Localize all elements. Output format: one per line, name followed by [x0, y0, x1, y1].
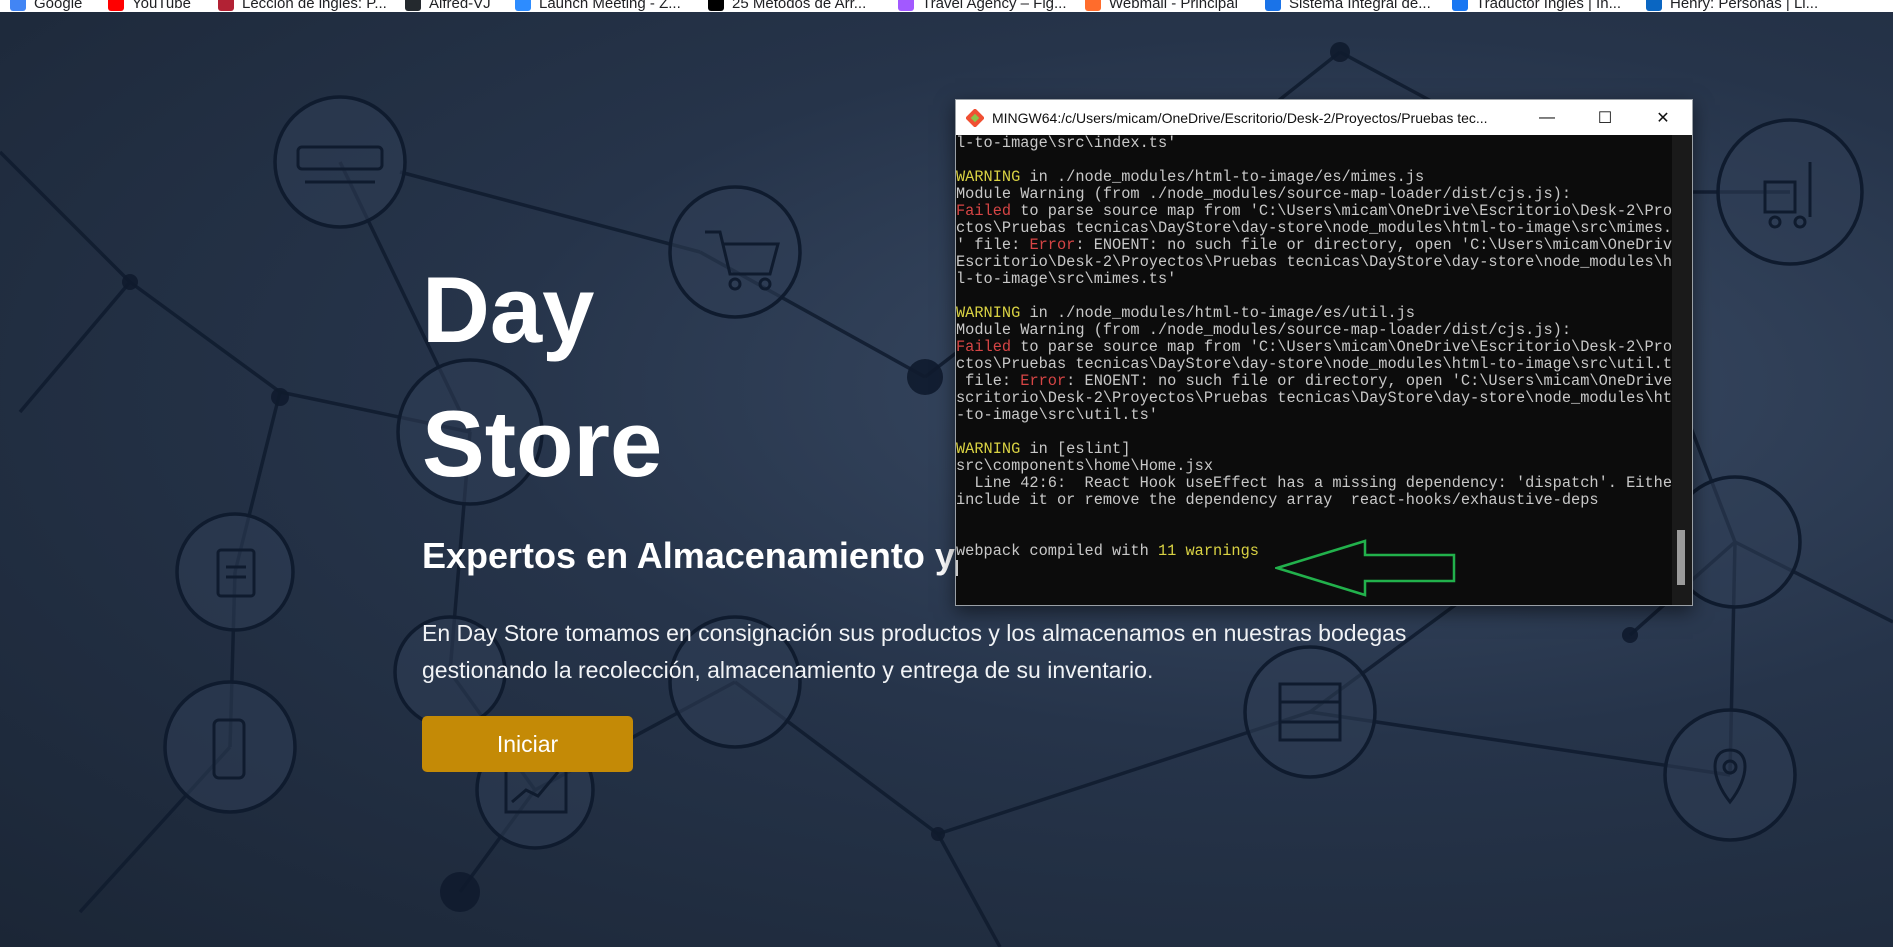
terminal-line: WARNING in ./node_modules/html-to-image/… [956, 305, 1672, 322]
linkedin-icon [1646, 0, 1662, 11]
terminal-line: ctos\Pruebas tecnicas\DayStore\day-store… [956, 219, 1672, 237]
bookmark-item[interactable]: Henry: Personas | Li... [1646, 0, 1818, 12]
terminal-text: in ./node_modules/html-to-image/es/mimes… [1020, 168, 1425, 186]
bookmark-item[interactable]: Lección de inglés: P... [218, 0, 387, 12]
bookmark-label: Launch Meeting - Z... [539, 0, 681, 12]
terminal-titlebar[interactable]: MINGW64:/c/Users/micam/OneDrive/Escritor… [956, 100, 1692, 135]
bookmark-item[interactable]: 25 Métodos de Arr... [708, 0, 866, 12]
terminal-line: WARNING in [eslint] [956, 441, 1672, 458]
terminal-text: : ENOENT: no such file or directory, ope… [1066, 372, 1672, 390]
warning-count: 11 warnings [1157, 542, 1259, 560]
bookmark-label: Henry: Personas | Li... [1670, 0, 1819, 12]
terminal-text: in ./node_modules/html-to-image/es/util.… [1020, 304, 1415, 322]
terminal-title: MINGW64:/c/Users/micam/OneDrive/Escritor… [992, 109, 1488, 126]
green-arrow-annotation [1275, 539, 1456, 597]
terminal-line: include it or remove the dependency arra… [956, 491, 1599, 509]
terminal-scrollbar[interactable] [1672, 135, 1692, 605]
terminal-line: Failed to parse source map from 'C:\User… [956, 203, 1672, 220]
failed-label: Failed [956, 202, 1012, 220]
terminal-text: to parse source map from 'C:\Users\micam… [1011, 202, 1672, 220]
github-icon [405, 0, 421, 11]
bookmark-item[interactable]: Webmail - Principal [1085, 0, 1238, 12]
bookmark-item[interactable]: Traductor Inglés | In... [1452, 0, 1621, 12]
hero-title-line2: Store [422, 391, 663, 496]
terminal-text: ' file: [956, 236, 1030, 254]
bookmark-item[interactable]: Alfred-VJ [405, 0, 491, 12]
close-button[interactable]: ✕ [1634, 100, 1692, 135]
warning-label: WARNING [956, 440, 1021, 458]
terminal-text: : ENOENT: no such file or directory, ope… [1075, 236, 1672, 254]
google-icon [10, 0, 26, 11]
minimize-button[interactable]: — [1518, 100, 1576, 135]
terminal-line: ' file: Error: ENOENT: no such file or d… [956, 237, 1672, 254]
terminal-line: Failed to parse source map from 'C:\User… [956, 339, 1672, 356]
terminal-line: Escritorio\Desk-2\Proyectos\Pruebas tecn… [956, 253, 1672, 271]
terminal-text: file: [956, 372, 1021, 390]
terminal-window[interactable]: MINGW64:/c/Users/micam/OneDrive/Escritor… [955, 99, 1693, 606]
text-cursor [956, 560, 958, 576]
hero-description: En Day Store tomamos en consignación sus… [422, 620, 1407, 683]
terminal-line: l-to-image\src\index.ts' [956, 135, 1177, 152]
git-bash-icon [966, 108, 984, 127]
figma-icon [898, 0, 914, 11]
terminal-line: Line 42:6: React Hook useEffect has a mi… [956, 474, 1672, 492]
warning-label: WARNING [956, 168, 1021, 186]
terminal-line: Module Warning (from ./node_modules/sour… [956, 185, 1572, 203]
error-label: Error [1020, 372, 1067, 390]
terminal-text: in [eslint] [1020, 440, 1131, 458]
facebook-icon [1452, 0, 1468, 11]
bookmark-label: YouTube [132, 0, 191, 12]
bookmark-item[interactable]: Sistema Integral de... [1265, 0, 1431, 12]
scrollbar-thumb[interactable] [1677, 530, 1685, 585]
iniciar-button[interactable]: Iniciar [422, 716, 633, 772]
bookmark-label: 25 Métodos de Arr... [732, 0, 867, 12]
bookmark-item[interactable]: Google [10, 0, 82, 12]
bookmark-label: Webmail - Principal [1109, 0, 1238, 12]
terminal-text: to parse source map from 'C:\Users\micam… [1011, 338, 1672, 356]
diamond-icon [1265, 0, 1281, 11]
terminal-text: webpack compiled with [956, 542, 1158, 560]
terminal-line: WARNING in ./node_modules/html-to-image/… [956, 169, 1672, 186]
terminal-line: Module Warning (from ./node_modules/sour… [956, 321, 1572, 339]
bookmark-label: Travel Agency – Fig... [922, 0, 1067, 12]
webmail-icon [1085, 0, 1101, 11]
hero-title-line1: Day [422, 257, 595, 362]
bookmark-label: Traductor Inglés | In... [1476, 0, 1622, 12]
terminal-line: ctos\Pruebas tecnicas\DayStore\day-store… [956, 355, 1672, 373]
warning-label: WARNING [956, 304, 1021, 322]
terminal-output[interactable]: l-to-image\src\index.ts' WARNING in ./no… [956, 135, 1672, 605]
bookmark-item[interactable]: Launch Meeting - Z... [515, 0, 681, 12]
bookmarks-bar: Google YouTube Lección de inglés: P... Alfr… [0, 0, 1893, 12]
dev-icon [708, 0, 724, 11]
terminal-line: src\components\home\Home.jsx [956, 457, 1214, 475]
terminal-line: -to-image\src\util.ts' [956, 406, 1158, 424]
error-label: Error [1029, 236, 1076, 254]
bookmark-label: Google [34, 0, 83, 12]
terminal-line: file: Error: ENOENT: no such file or dir… [956, 373, 1672, 390]
bookmark-item[interactable]: YouTube [108, 0, 191, 12]
youtube-icon [108, 0, 124, 11]
bookmark-label: Lección de inglés: P... [242, 0, 387, 12]
bookmark-item[interactable]: Travel Agency – Fig... [898, 0, 1067, 12]
maximize-button[interactable]: ☐ [1576, 100, 1634, 135]
terminal-line: l-to-image\src\mimes.ts' [956, 270, 1177, 288]
bookmark-label: Sistema Integral de... [1289, 0, 1431, 12]
failed-label: Failed [956, 338, 1012, 356]
flag-icon [218, 0, 234, 11]
zoom-icon [515, 0, 531, 11]
bookmark-label: Alfred-VJ [429, 0, 491, 12]
terminal-line: scritorio\Desk-2\Proyectos\Pruebas tecni… [956, 389, 1672, 407]
